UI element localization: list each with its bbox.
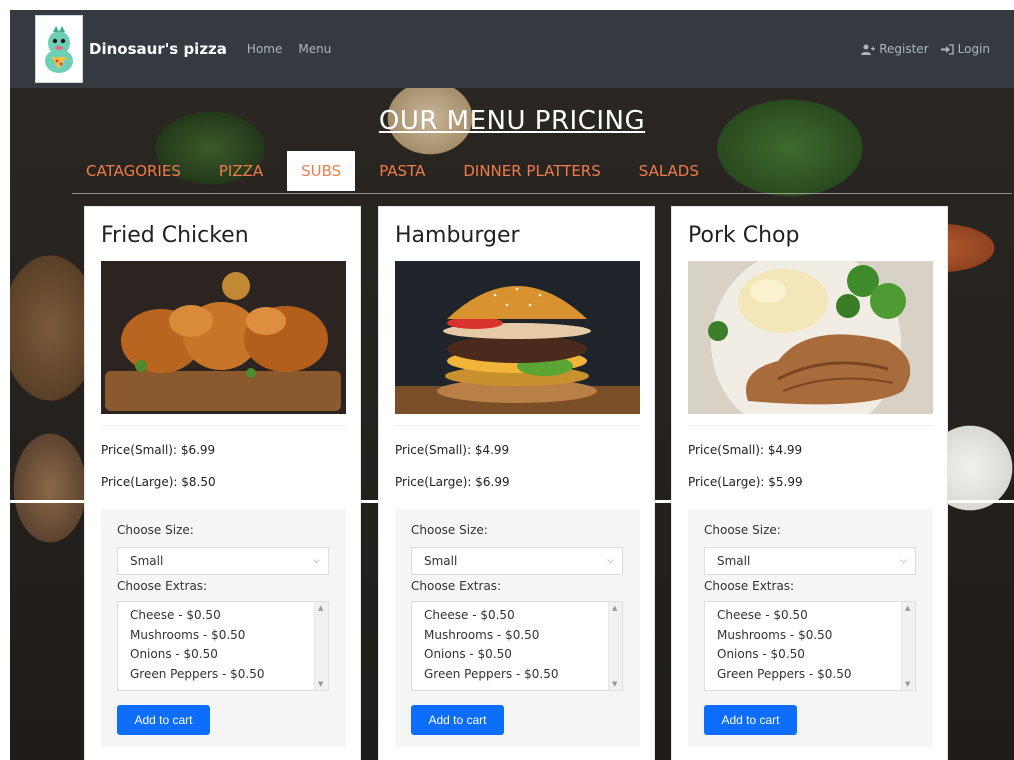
brand-name[interactable]: Dinosaur's pizza bbox=[89, 40, 227, 58]
tab-salads[interactable]: SALADS bbox=[625, 151, 713, 191]
scroll-up-icon[interactable]: ▲ bbox=[905, 604, 910, 612]
scroll-down-icon[interactable]: ▼ bbox=[318, 680, 323, 688]
navbar: Dinosaur's pizza Home Menu Register Logi… bbox=[10, 10, 1014, 88]
category-tabs: CATAGORIES PIZZA SUBS PASTA DINNER PLATT… bbox=[72, 148, 1012, 194]
price-large: Price(Large): $6.99 bbox=[395, 475, 510, 489]
tab-subs[interactable]: SUBS bbox=[287, 150, 356, 191]
extras-scrollbar[interactable]: ▲ ▼ bbox=[901, 602, 915, 690]
choose-extras-label: Choose Extras: bbox=[411, 579, 502, 593]
extras-listbox[interactable]: Cheese - $0.50 Mushrooms - $0.50 Onions … bbox=[704, 601, 916, 691]
nav-home-link[interactable]: Home bbox=[247, 42, 282, 56]
card-title: Pork Chop bbox=[688, 223, 800, 248]
size-select[interactable]: Small ⌵ bbox=[704, 547, 916, 575]
card-title: Fried Chicken bbox=[101, 223, 249, 248]
tab-catagories[interactable]: CATAGORIES bbox=[72, 151, 195, 191]
price-small: Price(Small): $6.99 bbox=[101, 443, 216, 457]
register-link[interactable]: Register bbox=[861, 42, 929, 56]
price-large: Price(Large): $5.99 bbox=[688, 475, 803, 489]
extra-option[interactable]: Cheese - $0.50 bbox=[717, 606, 915, 626]
extra-option[interactable]: Mushrooms - $0.50 bbox=[717, 626, 915, 646]
price-small: Price(Small): $4.99 bbox=[688, 443, 803, 457]
scroll-up-icon[interactable]: ▲ bbox=[612, 604, 617, 612]
extras-scrollbar[interactable]: ▲ ▼ bbox=[314, 602, 328, 690]
extra-option[interactable]: Mushrooms - $0.50 bbox=[424, 626, 622, 646]
extra-option[interactable]: Green Peppers - $0.50 bbox=[717, 665, 915, 685]
register-label: Register bbox=[879, 42, 929, 56]
choose-extras-label: Choose Extras: bbox=[704, 579, 795, 593]
choose-extras-label: Choose Extras: bbox=[117, 579, 208, 593]
price-large: Price(Large): $8.50 bbox=[101, 475, 216, 489]
size-select-value: Small bbox=[130, 554, 164, 568]
chevron-down-icon: ⌵ bbox=[607, 556, 614, 566]
tab-pizza[interactable]: PIZZA bbox=[205, 151, 277, 191]
scroll-up-icon[interactable]: ▲ bbox=[318, 604, 323, 612]
extras-scrollbar[interactable]: ▲ ▼ bbox=[608, 602, 622, 690]
tab-pasta[interactable]: PASTA bbox=[365, 151, 439, 191]
user-plus-icon bbox=[861, 44, 876, 55]
card-divider bbox=[688, 425, 933, 426]
tab-dinner-platters[interactable]: DINNER PLATTERS bbox=[449, 151, 614, 191]
size-select[interactable]: Small ⌵ bbox=[411, 547, 623, 575]
add-to-cart-button[interactable]: Add to cart bbox=[411, 705, 504, 735]
choose-size-label: Choose Size: bbox=[411, 523, 488, 537]
fried-chicken-image bbox=[101, 261, 346, 414]
choose-size-label: Choose Size: bbox=[704, 523, 781, 537]
add-to-cart-button[interactable]: Add to cart bbox=[117, 705, 210, 735]
extra-option[interactable]: Green Peppers - $0.50 bbox=[130, 665, 328, 685]
size-select[interactable]: Small ⌵ bbox=[117, 547, 329, 575]
extra-option[interactable]: Cheese - $0.50 bbox=[424, 606, 622, 626]
menu-card-pork-chop: Pork Chop Price(Small): $4.99 Price(Larg… bbox=[671, 206, 948, 760]
login-link[interactable]: Login bbox=[940, 42, 990, 56]
order-options: Choose Size: Small ⌵ Choose Extras: Chee… bbox=[395, 509, 640, 747]
menu-title: OUR MENU PRICING bbox=[378, 106, 646, 136]
card-divider bbox=[101, 425, 346, 426]
extra-option[interactable]: Green Peppers - $0.50 bbox=[424, 665, 622, 685]
extra-option[interactable]: Mushrooms - $0.50 bbox=[130, 626, 328, 646]
pork-chop-image bbox=[688, 261, 933, 414]
card-divider bbox=[395, 425, 640, 426]
login-label: Login bbox=[957, 42, 990, 56]
card-title: Hamburger bbox=[395, 223, 520, 248]
extra-option[interactable]: Onions - $0.50 bbox=[424, 645, 622, 665]
price-small: Price(Small): $4.99 bbox=[395, 443, 510, 457]
nav-account-links: Register Login bbox=[849, 42, 990, 56]
size-select-value: Small bbox=[424, 554, 458, 568]
add-to-cart-button[interactable]: Add to cart bbox=[704, 705, 797, 735]
dinosaur-logo-icon[interactable] bbox=[35, 15, 83, 83]
extras-listbox[interactable]: Cheese - $0.50 Mushrooms - $0.50 Onions … bbox=[117, 601, 329, 691]
choose-size-label: Choose Size: bbox=[117, 523, 194, 537]
size-select-value: Small bbox=[717, 554, 751, 568]
chevron-down-icon: ⌵ bbox=[313, 556, 320, 566]
menu-background: OUR MENU PRICING CATAGORIES PIZZA SUBS P… bbox=[10, 88, 1014, 760]
scroll-down-icon[interactable]: ▼ bbox=[612, 680, 617, 688]
nav-menu-link[interactable]: Menu bbox=[298, 42, 331, 56]
scroll-down-icon[interactable]: ▼ bbox=[905, 680, 910, 688]
sign-in-icon bbox=[940, 43, 954, 55]
extra-option[interactable]: Cheese - $0.50 bbox=[130, 606, 328, 626]
extra-option[interactable]: Onions - $0.50 bbox=[717, 645, 915, 665]
menu-card-fried-chicken: Fried Chicken Price(Small): $6.99 Price(… bbox=[84, 206, 361, 760]
hamburger-image bbox=[395, 261, 640, 414]
extras-listbox[interactable]: Cheese - $0.50 Mushrooms - $0.50 Onions … bbox=[411, 601, 623, 691]
extra-option[interactable]: Onions - $0.50 bbox=[130, 645, 328, 665]
order-options: Choose Size: Small ⌵ Choose Extras: Chee… bbox=[101, 509, 346, 747]
order-options: Choose Size: Small ⌵ Choose Extras: Chee… bbox=[688, 509, 933, 747]
chevron-down-icon: ⌵ bbox=[900, 556, 907, 566]
menu-card-hamburger: Hamburger Price(Small): $4.99 Price(Larg… bbox=[378, 206, 655, 760]
